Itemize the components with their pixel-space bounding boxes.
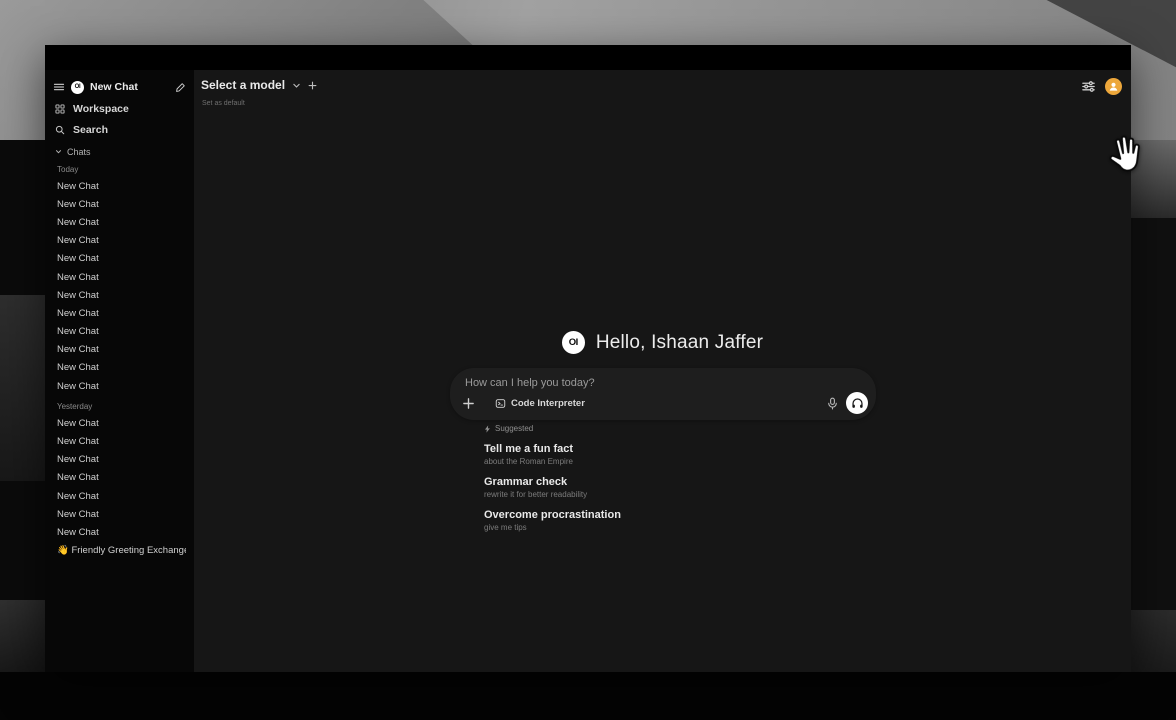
chat-item[interactable]: New Chat [53, 195, 186, 213]
suggested-prompt[interactable]: Tell me a fun fact about the Roman Empir… [484, 443, 904, 466]
app-logo[interactable]: OI [71, 81, 84, 94]
prompt-title: Overcome procrastination [484, 509, 904, 521]
chat-item[interactable]: New Chat [53, 377, 186, 395]
chat-item[interactable]: New Chat [53, 414, 186, 432]
greeting-text: Hello, Ishaan Jaffer [596, 332, 763, 354]
chat-item[interactable]: New Chat [53, 359, 186, 377]
chat-item[interactable]: New Chat [53, 177, 186, 195]
code-interpreter-icon [495, 398, 506, 409]
greeting: OI Hello, Ishaan Jaffer [194, 331, 1131, 354]
chat-composer[interactable]: How can I help you today? [450, 368, 876, 420]
chat-section-yesterday: Yesterday New Chat New Chat New Chat New… [53, 402, 186, 560]
code-interpreter-toggle[interactable]: Code Interpreter [495, 398, 585, 409]
prompt-title: Grammar check [484, 476, 904, 488]
suggested-section: Suggested Tell me a fun fact about the R… [484, 424, 904, 532]
chat-item[interactable]: New Chat [53, 323, 186, 341]
main-area: Select a model Set as default [194, 70, 1131, 672]
sidebar-header: OI New Chat [53, 77, 186, 97]
chat-item[interactable]: New Chat [53, 432, 186, 450]
chat-item[interactable]: New Chat [53, 286, 186, 304]
workspace-grid-icon [55, 104, 65, 114]
suggested-prompt[interactable]: Overcome procrastination give me tips [484, 509, 904, 532]
chat-item[interactable]: New Chat [53, 341, 186, 359]
chat-item[interactable]: New Chat [53, 451, 186, 469]
chat-item[interactable]: New Chat [53, 250, 186, 268]
wallpaper-left [0, 140, 45, 672]
chevron-down-icon [292, 81, 301, 90]
window-titlebar [45, 45, 1131, 70]
new-chat-pencil-icon[interactable] [175, 82, 186, 93]
wallpaper-patch [0, 600, 45, 672]
chevron-down-icon [55, 148, 62, 155]
headphones-icon [851, 397, 864, 410]
sidebar-item-workspace[interactable]: Workspace [53, 99, 186, 118]
chat-list-yesterday: New Chat New Chat New Chat New Chat New … [53, 414, 186, 560]
user-avatar[interactable] [1105, 78, 1122, 95]
wallpaper-bottom [0, 672, 1176, 720]
prompt-subtitle: rewrite it for better readability [484, 490, 904, 499]
chat-item[interactable]: New Chat [53, 505, 186, 523]
wallpaper-right [1131, 140, 1176, 672]
voice-call-button[interactable] [846, 392, 868, 414]
chats-section-toggle[interactable]: Chats [53, 145, 186, 158]
sidebar-item-label: Workspace [73, 103, 129, 115]
prompt-subtitle: about the Roman Empire [484, 457, 904, 466]
sidebar-item-label: Search [73, 124, 108, 136]
sidebar: OI New Chat Workspace [45, 70, 194, 672]
chat-item[interactable]: New Chat [53, 268, 186, 286]
prompt-title: Tell me a fun fact [484, 443, 904, 455]
code-interpreter-label: Code Interpreter [511, 398, 585, 409]
chat-item[interactable]: 👋 Friendly Greeting Exchange [53, 542, 186, 560]
chat-item[interactable]: New Chat [53, 232, 186, 250]
sidebar-item-search[interactable]: Search [53, 120, 186, 139]
chat-item[interactable]: New Chat [53, 487, 186, 505]
search-icon [55, 125, 65, 135]
attach-plus-icon[interactable] [462, 397, 475, 410]
app-window: OI New Chat Workspace [45, 45, 1131, 672]
add-model-icon[interactable] [308, 81, 317, 90]
chat-item[interactable]: New Chat [53, 469, 186, 487]
chats-label: Chats [67, 147, 91, 157]
suggested-header: Suggested [484, 424, 904, 433]
chat-item[interactable]: New Chat [53, 304, 186, 322]
sidebar-title[interactable]: New Chat [90, 81, 138, 93]
suggested-prompts: Tell me a fun fact about the Roman Empir… [484, 443, 904, 532]
prompt-subtitle: give me tips [484, 523, 904, 532]
controls-sliders-icon[interactable] [1081, 79, 1096, 94]
app-logo-badge: OI [562, 331, 585, 354]
suggested-label: Suggested [495, 424, 533, 433]
bolt-icon [484, 425, 491, 433]
chat-section-label: Today [53, 165, 186, 174]
chat-section-label: Yesterday [53, 402, 186, 411]
set-as-default-link[interactable]: Set as default [202, 100, 245, 107]
chat-list-today: New Chat New Chat New Chat New Chat New … [53, 177, 186, 395]
wallpaper-patch [0, 295, 45, 481]
microphone-icon[interactable] [827, 397, 838, 410]
composer-toolbar: Code Interpreter [462, 392, 868, 414]
chat-section-today: Today New Chat New Chat New Chat New Cha… [53, 165, 186, 395]
header-actions [1081, 78, 1122, 95]
suggested-prompt[interactable]: Grammar check rewrite it for better read… [484, 476, 904, 499]
avatar-user-icon [1108, 81, 1119, 92]
chat-item[interactable]: New Chat [53, 523, 186, 541]
desktop: OI New Chat Workspace [0, 0, 1176, 720]
chat-item[interactable]: New Chat [53, 213, 186, 231]
chat-input[interactable]: How can I help you today? [465, 377, 595, 389]
model-selector-label: Select a model [201, 78, 285, 92]
model-selector[interactable]: Select a model [201, 78, 317, 92]
sidebar-toggle-icon[interactable] [53, 81, 65, 93]
